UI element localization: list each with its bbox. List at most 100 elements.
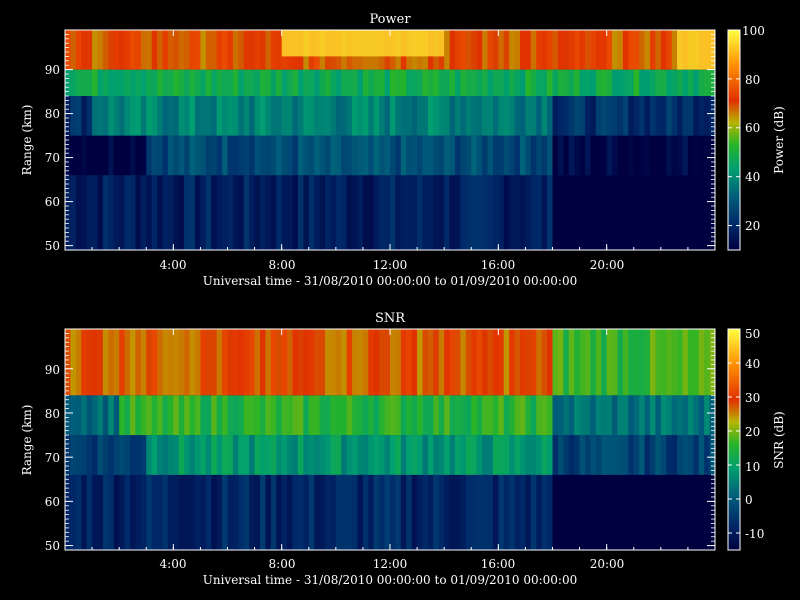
power-heat-cell bbox=[427, 175, 434, 250]
power-heat-cell bbox=[341, 135, 348, 176]
power-heat-cell bbox=[476, 175, 483, 250]
snr-y-axis: 50 60 70 80 90 bbox=[45, 363, 60, 553]
power-heat-cell bbox=[243, 175, 250, 250]
power-heat-cell bbox=[173, 96, 180, 136]
power-heat-cell bbox=[373, 96, 380, 136]
snr-heat-cell bbox=[541, 329, 548, 396]
snr-heat-cell bbox=[249, 435, 256, 475]
power-heat-cell bbox=[205, 135, 212, 176]
snr-heat-cell bbox=[227, 395, 234, 436]
power-heat-cell bbox=[276, 135, 283, 176]
power-heat-cell bbox=[400, 96, 407, 136]
power-heat-cell bbox=[325, 175, 331, 250]
power-x-tick-label: 12:00 bbox=[373, 258, 408, 272]
power-heat-cell bbox=[460, 96, 467, 136]
snr-heat-cell bbox=[287, 435, 293, 475]
snr-heat-cell bbox=[189, 395, 196, 436]
snr-heat-cell bbox=[346, 329, 353, 396]
power-heat-cell bbox=[606, 175, 613, 250]
power-heat-cell bbox=[503, 96, 510, 136]
power-heat-cell bbox=[601, 69, 608, 96]
power-heat-cell bbox=[411, 175, 418, 250]
snr-heat-cell bbox=[254, 329, 261, 396]
power-heat-cell bbox=[65, 96, 71, 136]
power-heat-cell bbox=[205, 96, 212, 136]
power-heat-cell bbox=[200, 69, 207, 96]
snr-heat-cell bbox=[585, 474, 591, 550]
snr-heat-cell bbox=[292, 435, 299, 475]
snr-heat-cell bbox=[622, 329, 629, 396]
power-heat-cell bbox=[563, 69, 570, 96]
power-heat-cell bbox=[211, 175, 218, 250]
power-heat-cell bbox=[189, 135, 196, 176]
snr-heat-cell bbox=[108, 474, 115, 550]
power-heat-cell bbox=[167, 175, 174, 250]
power-heat-cell bbox=[433, 69, 440, 96]
power-heat-cell bbox=[455, 96, 461, 136]
snr-heat-cell bbox=[612, 435, 618, 475]
snr-heat-cell bbox=[482, 395, 488, 436]
snr-heat-cell bbox=[639, 395, 646, 436]
snr-heat-cell bbox=[622, 395, 629, 436]
power-heat-cell bbox=[75, 96, 82, 136]
power-heat-cell bbox=[124, 135, 131, 176]
power-heat-cell bbox=[314, 69, 321, 96]
snr-heat-cell bbox=[167, 395, 174, 436]
snr-heat-cell bbox=[135, 395, 142, 436]
power-heat-cell bbox=[633, 30, 640, 70]
snr-heat-cell bbox=[476, 474, 483, 550]
power-heat-cell bbox=[666, 135, 673, 176]
power-heat-cell bbox=[151, 30, 158, 70]
snr-heat-cell bbox=[308, 435, 315, 475]
power-heat-cell bbox=[422, 69, 429, 96]
snr-heat-cell bbox=[514, 329, 521, 396]
power-heat-cell bbox=[482, 175, 488, 250]
snr-heat-cell bbox=[465, 395, 472, 436]
snr-heat-cell bbox=[232, 435, 239, 475]
power-heat-cell bbox=[146, 69, 153, 96]
power-heat-cell bbox=[465, 69, 472, 96]
snr-heat-cell bbox=[102, 435, 109, 475]
power-heat-cell bbox=[167, 69, 174, 96]
power-heat-cell bbox=[552, 135, 559, 176]
power-heat-cell bbox=[108, 135, 115, 176]
snr-heat-cell bbox=[476, 435, 483, 475]
power-heat-cell bbox=[390, 69, 396, 96]
snr-heat-cell bbox=[195, 395, 201, 436]
snr-heat-cell bbox=[281, 435, 288, 475]
snr-heat-cell bbox=[601, 329, 608, 396]
snr-heat-cell bbox=[384, 395, 391, 436]
power-heat-cell bbox=[444, 175, 451, 250]
power-heat-cell bbox=[211, 30, 218, 70]
power-heat-cell bbox=[195, 135, 201, 176]
snr-heat-cell bbox=[238, 329, 245, 396]
snr-heat-cell bbox=[384, 435, 391, 475]
power-heat-cell bbox=[590, 175, 597, 250]
snr-heat-cell bbox=[140, 474, 147, 550]
power-heat-cell bbox=[368, 69, 375, 96]
power-heat-cell bbox=[698, 96, 705, 136]
power-heat-cell bbox=[552, 96, 559, 136]
power-heat-cell bbox=[292, 96, 299, 136]
snr-heat-cell bbox=[135, 329, 142, 396]
power-y-axis-label: Range (km) bbox=[20, 105, 34, 176]
power-heat-cell bbox=[135, 135, 142, 176]
snr-heat-cell bbox=[216, 435, 223, 475]
power-heat-cell bbox=[195, 30, 201, 70]
snr-heat-cell bbox=[400, 395, 407, 436]
power-heat-cell bbox=[384, 135, 391, 176]
snr-heat-cell bbox=[357, 435, 364, 475]
power-heat-cell bbox=[606, 30, 613, 70]
power-heat-cell bbox=[362, 96, 369, 136]
power-heat-cell bbox=[530, 135, 537, 176]
power-heat-cell bbox=[200, 175, 207, 250]
power-heat-cell bbox=[297, 175, 304, 250]
power-heat-cell bbox=[232, 30, 239, 70]
power-heat-cell bbox=[211, 96, 218, 136]
snr-heat-cell bbox=[536, 435, 543, 475]
power-heat-peak bbox=[281, 30, 445, 57]
power-heat-cell bbox=[471, 96, 478, 136]
snr-heat-cell bbox=[666, 329, 673, 396]
power-heat-cell bbox=[395, 69, 402, 96]
power-heat-cell bbox=[222, 30, 228, 70]
